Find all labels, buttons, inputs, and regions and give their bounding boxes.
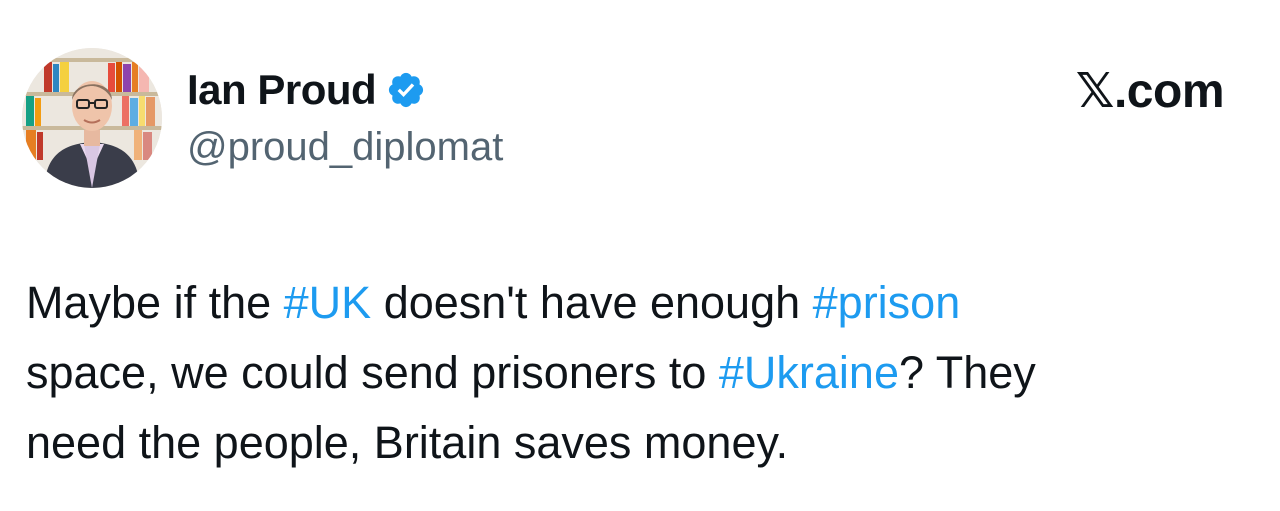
x-logo-label: 𝕏.com: [1075, 65, 1225, 118]
tweet-line-2: space, we could send prisoners to #Ukrai…: [26, 338, 1256, 408]
tweet-card: Ian Proud @proud_diplomat 𝕏.com Maybe if…: [0, 0, 1280, 511]
tweet-text-segment: need the people, Britain saves money.: [26, 417, 789, 468]
hashtag-ukraine[interactable]: #Ukraine: [719, 347, 899, 398]
avatar[interactable]: [22, 48, 162, 188]
author-handle[interactable]: @proud_diplomat: [187, 122, 503, 172]
tweet-text-segment: space, we could send prisoners to: [26, 347, 719, 398]
tweet-text: Maybe if the #UK doesn't have enough #pr…: [26, 268, 1256, 478]
tweet-text-segment: ? They: [898, 347, 1036, 398]
tweet-line-3: need the people, Britain saves money.: [26, 408, 1256, 478]
avatar-photo: [22, 48, 162, 188]
author-name[interactable]: Ian Proud: [187, 64, 377, 116]
verified-badge-icon: [386, 70, 426, 110]
hashtag-uk[interactable]: #UK: [284, 277, 372, 328]
tweet-text-segment: Maybe if the: [26, 277, 284, 328]
tweet-line-1: Maybe if the #UK doesn't have enough #pr…: [26, 268, 1256, 338]
tweet-text-segment: doesn't have enough: [371, 277, 813, 328]
author-name-row[interactable]: Ian Proud: [187, 64, 426, 116]
hashtag-prison[interactable]: #prison: [813, 277, 961, 328]
